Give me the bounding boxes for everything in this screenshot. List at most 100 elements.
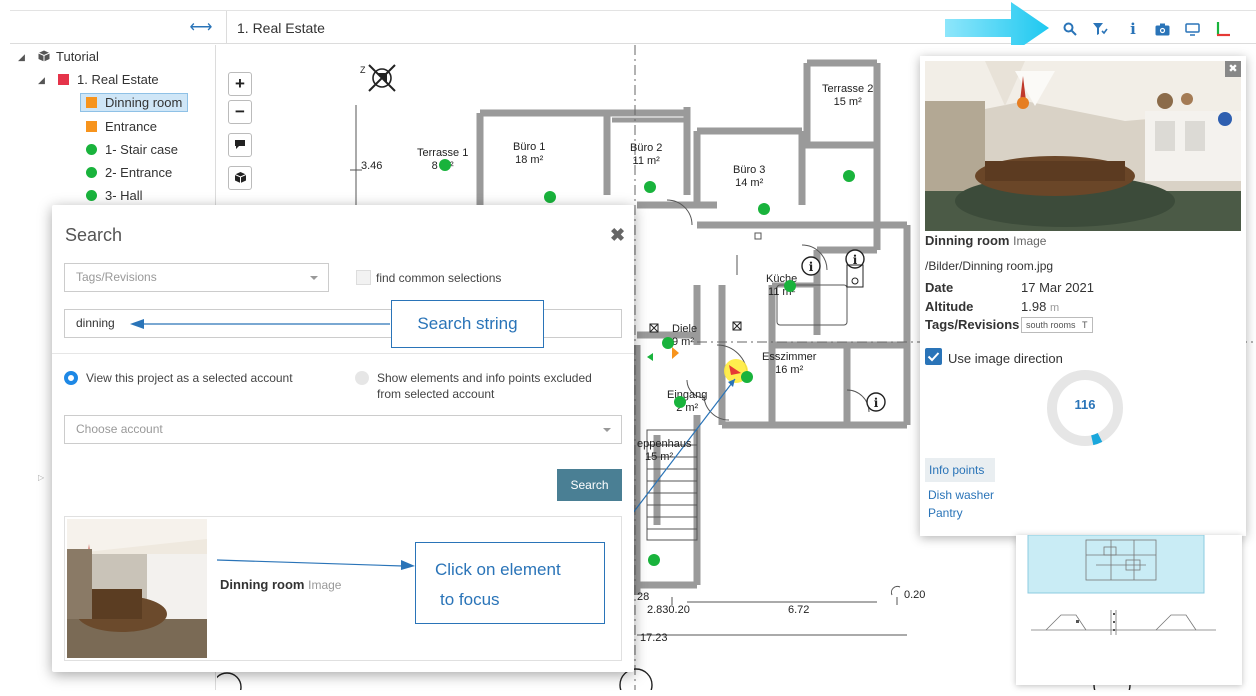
use-direction-label: Use image direction bbox=[948, 351, 1063, 366]
monitor-icon[interactable] bbox=[1182, 19, 1202, 39]
divider bbox=[52, 353, 634, 354]
room-label: Diele 9 m² bbox=[672, 323, 698, 348]
show-excluded-label: Show elements and info points excluded fr… bbox=[377, 371, 592, 401]
image-square-icon bbox=[86, 121, 97, 132]
callout-arrow bbox=[217, 559, 415, 570]
info-altitude: Altitude 1.98 m bbox=[925, 299, 1060, 314]
panel-expand-arrow-icon[interactable]: ▷ bbox=[38, 473, 44, 482]
expanded-triangle-icon[interactable]: ◢ bbox=[38, 69, 45, 91]
info-point-marker[interactable] bbox=[784, 280, 796, 292]
info-icon[interactable]: i bbox=[1123, 19, 1143, 39]
info-point-marker[interactable] bbox=[644, 181, 656, 193]
tab-info-points[interactable]: Info points bbox=[925, 458, 995, 482]
minimap-drawing bbox=[1027, 534, 1216, 635]
view-as-account-label: View this project as a selected account bbox=[86, 371, 293, 385]
tree-root-label: Tutorial bbox=[56, 49, 99, 64]
info-point-marker[interactable] bbox=[674, 396, 686, 408]
tree-item-label: 3- Hall bbox=[105, 188, 143, 203]
dimension-label: 6.72 bbox=[788, 604, 810, 616]
find-common-checkbox[interactable] bbox=[356, 270, 371, 285]
expanded-triangle-icon[interactable]: ◢ bbox=[18, 46, 25, 68]
cube-view-button[interactable] bbox=[228, 166, 252, 190]
camera-icon[interactable] bbox=[1152, 19, 1172, 39]
info-date: Date 17 Mar 2021 bbox=[925, 280, 1094, 295]
dimension-label: 17.23 bbox=[640, 632, 668, 644]
info-point-marker[interactable] bbox=[843, 170, 855, 182]
room-label: Büro 1 18 m² bbox=[513, 141, 546, 166]
zoom-out-button[interactable]: − bbox=[228, 100, 252, 124]
room-label: Esszimmer 16 m² bbox=[762, 351, 817, 376]
image-path: /Bilder/Dinning room.jpg bbox=[925, 259, 1054, 273]
show-excluded-radio[interactable] bbox=[355, 371, 369, 385]
tree-item-stair-case[interactable]: 1- Stair case bbox=[86, 139, 178, 161]
toolbar-divider bbox=[226, 11, 227, 44]
find-common-label: find common selections bbox=[376, 271, 502, 285]
svg-text:Z: Z bbox=[360, 65, 366, 75]
axis-icon[interactable] bbox=[1213, 19, 1233, 39]
result-name: Dinning room Image bbox=[220, 577, 342, 592]
point-dot-icon bbox=[86, 144, 97, 155]
cube-icon bbox=[38, 50, 50, 62]
info-point-link[interactable]: Dish washer bbox=[928, 488, 994, 502]
chevron-down-icon bbox=[603, 428, 611, 432]
tree-item-2-entrance[interactable]: 2- Entrance bbox=[86, 162, 172, 184]
select-placeholder: Choose account bbox=[76, 422, 163, 436]
room-label: eppenhaus 15 m² bbox=[637, 438, 692, 463]
info-point-marker[interactable] bbox=[439, 159, 451, 171]
info-point-marker[interactable] bbox=[648, 554, 660, 566]
room-label: Terrasse 2 15 m² bbox=[822, 83, 874, 108]
image-info-panel: ✖ Dinning room Image /Bilder/Dinning roo… bbox=[920, 56, 1246, 536]
top-toolbar: ⟷ 1. Real Estate i bbox=[10, 10, 1256, 44]
point-dot-icon bbox=[86, 190, 97, 201]
select-placeholder: Tags/Revisions bbox=[76, 270, 157, 284]
search-string-callout: Search string bbox=[391, 300, 544, 348]
tags-revisions-select[interactable]: Tags/Revisions bbox=[64, 263, 329, 292]
choose-account-select[interactable]: Choose account bbox=[64, 415, 622, 444]
panorama-image bbox=[925, 61, 1241, 231]
view-as-account-radio[interactable] bbox=[64, 371, 78, 385]
search-button[interactable]: Search bbox=[557, 469, 622, 501]
use-direction-checkbox[interactable] bbox=[925, 348, 942, 365]
section-label: 01 bbox=[630, 687, 638, 690]
callout-arrow bbox=[130, 319, 390, 329]
point-dot-icon bbox=[86, 167, 97, 178]
info-point-marker[interactable] bbox=[741, 371, 753, 383]
info-point-marker[interactable] bbox=[544, 191, 556, 203]
tag-chip[interactable]: south rooms T bbox=[1021, 317, 1093, 333]
info-point-marker[interactable] bbox=[662, 337, 674, 349]
breadcrumb: 1. Real Estate bbox=[237, 20, 325, 36]
panorama-photo[interactable] bbox=[925, 61, 1241, 231]
section-label: 02 bbox=[220, 687, 228, 690]
overview-minimap[interactable] bbox=[1016, 534, 1242, 685]
room-label: Büro 3 14 m² bbox=[733, 164, 766, 189]
close-icon[interactable]: ✖ bbox=[610, 225, 625, 246]
room-label: Büro 2 11 m² bbox=[630, 142, 663, 167]
dimension-label: 28 bbox=[637, 591, 650, 603]
tree-item-dinning-room[interactable]: Dinning room bbox=[80, 92, 189, 114]
dialog-title: Search bbox=[65, 225, 123, 245]
tree-project-label: 1. Real Estate bbox=[77, 72, 159, 87]
zoom-in-button[interactable]: + bbox=[228, 72, 252, 96]
info-point-link[interactable]: Pantry bbox=[928, 506, 963, 520]
collapse-tree-button[interactable]: ⟷ bbox=[188, 17, 214, 39]
tree-item-label: 1- Stair case bbox=[105, 142, 178, 157]
comment-button[interactable] bbox=[228, 133, 252, 157]
info-tags: Tags/Revisions south rooms T bbox=[925, 317, 1093, 333]
filter-icon[interactable] bbox=[1090, 19, 1110, 39]
tree-item-hall[interactable]: 3- Hall bbox=[86, 185, 143, 207]
info-title: Dinning room Image bbox=[925, 233, 1047, 248]
chevron-down-icon bbox=[310, 276, 318, 280]
tree-item-selection: Dinning room bbox=[80, 93, 189, 112]
svg-text:i: i bbox=[874, 396, 879, 410]
project-square-icon bbox=[58, 74, 69, 85]
dimension-label: 0.20 bbox=[904, 589, 926, 601]
search-icon[interactable] bbox=[1060, 19, 1080, 39]
tree-item-label: 2- Entrance bbox=[105, 165, 173, 180]
click-focus-callout: Click on element to focus bbox=[415, 542, 605, 624]
compass-icon: Z bbox=[360, 64, 396, 92]
close-icon[interactable]: ✖ bbox=[1225, 61, 1241, 77]
tree-item-entrance[interactable]: Entrance bbox=[86, 116, 157, 138]
tree-item-label: Dinning room bbox=[105, 95, 183, 110]
tree-item-label: Entrance bbox=[105, 119, 158, 134]
info-point-marker[interactable] bbox=[758, 203, 770, 215]
